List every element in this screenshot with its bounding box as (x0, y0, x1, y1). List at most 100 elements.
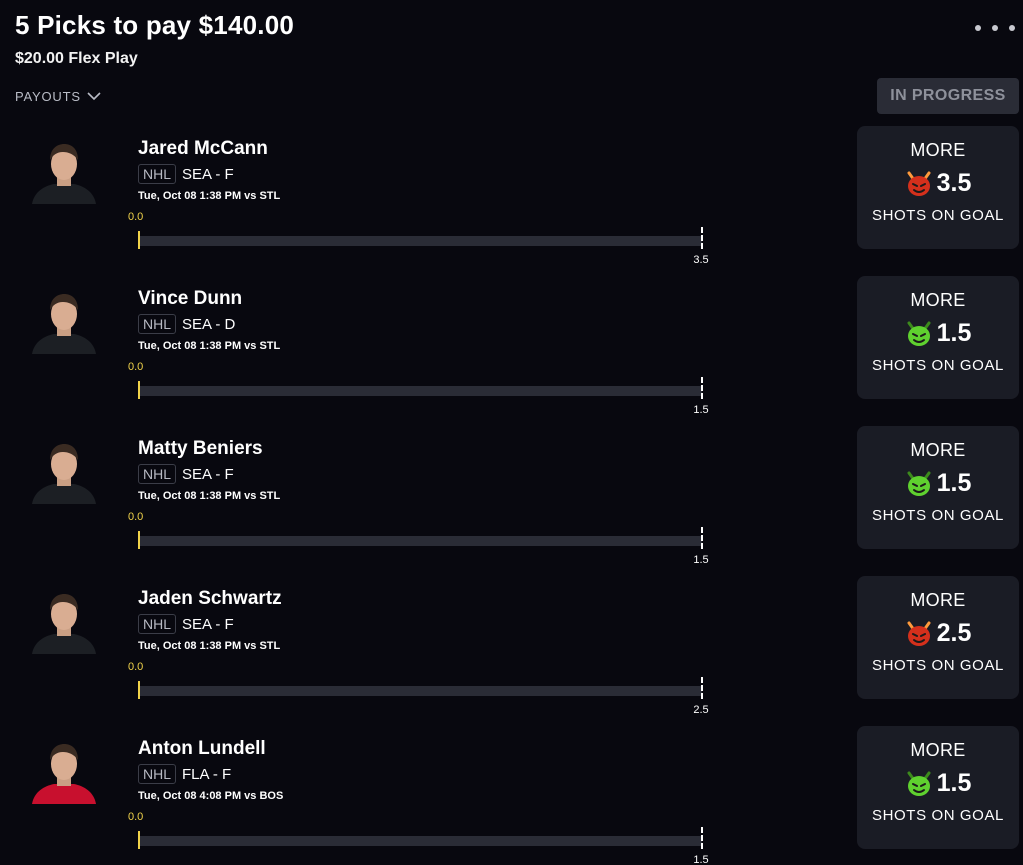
line-target-value: 1.5 (693, 554, 709, 566)
player-avatar (30, 440, 98, 504)
pick-direction: MORE (910, 740, 966, 760)
game-time: Tue, Oct 08 4:08 PM vs BOS (138, 790, 284, 802)
progress-track (139, 386, 702, 396)
projection-card[interactable]: MORE 1.5 SHOTS ON GOAL (857, 276, 1019, 399)
player-meta: NHL SEA - F (138, 164, 234, 184)
game-time: Tue, Oct 08 1:38 PM vs STL (138, 490, 281, 502)
line-target-marker (701, 677, 703, 699)
green-goblin-icon (905, 321, 933, 347)
entry-page: 5 Picks to pay $140.00 $20.00 Flex Play … (0, 0, 1023, 865)
line-target-marker (701, 527, 703, 549)
player-name: Vince Dunn (138, 288, 243, 309)
pick-row: Anton Lundell NHL FLA - F Tue, Oct 08 4:… (0, 726, 1023, 865)
team-position: FLA - F (182, 765, 232, 783)
projection-value: 3.5 (936, 169, 972, 197)
player-avatar (30, 140, 98, 204)
pick-row: Jared McCann NHL SEA - F Tue, Oct 08 1:3… (0, 126, 1023, 288)
red-demon-icon (905, 621, 933, 647)
league-badge: NHL (138, 314, 177, 334)
player-name: Anton Lundell (138, 738, 266, 759)
pick-direction: MORE (910, 590, 966, 610)
progress-start-marker (138, 231, 140, 249)
green-goblin-icon (905, 771, 933, 797)
pick-row: Matty Beniers NHL SEA - F Tue, Oct 08 1:… (0, 426, 1023, 588)
line-target-value: 1.5 (693, 404, 709, 416)
projection-card[interactable]: MORE 3.5 SHOTS ON GOAL (857, 126, 1019, 249)
line-target-marker (701, 377, 703, 399)
progress-start-marker (138, 381, 140, 399)
line-target-value: 2.5 (693, 704, 709, 716)
league-badge: NHL (138, 164, 177, 184)
stat-type: SHOTS ON GOAL (872, 507, 1004, 524)
payouts-label: PAYOUTS (15, 89, 81, 104)
current-value: 0.0 (128, 511, 144, 523)
green-goblin-icon (905, 471, 933, 497)
team-position: SEA - F (182, 465, 234, 483)
game-time: Tue, Oct 08 1:38 PM vs STL (138, 340, 281, 352)
player-meta: NHL SEA - D (138, 314, 235, 334)
current-value: 0.0 (128, 661, 144, 673)
pick-direction: MORE (910, 440, 966, 460)
player-meta: NHL SEA - F (138, 614, 234, 634)
game-time: Tue, Oct 08 1:38 PM vs STL (138, 640, 281, 652)
dot-icon (1009, 25, 1015, 31)
player-avatar (30, 590, 98, 654)
chevron-down-icon (87, 92, 101, 101)
pick-direction: MORE (910, 290, 966, 310)
progress-start-marker (138, 681, 140, 699)
player-avatar (30, 740, 98, 804)
stat-type: SHOTS ON GOAL (872, 657, 1004, 674)
team-position: SEA - D (182, 315, 236, 333)
league-badge: NHL (138, 614, 177, 634)
projection-value: 1.5 (936, 319, 972, 347)
projection-line: 2.5 (905, 619, 972, 648)
pick-direction: MORE (910, 140, 966, 160)
current-value: 0.0 (128, 211, 144, 223)
entry-title: 5 Picks to pay $140.00 (15, 10, 295, 40)
current-value: 0.0 (128, 361, 144, 373)
progress-start-marker (138, 531, 140, 549)
payouts-toggle[interactable]: PAYOUTS (15, 89, 101, 104)
pick-row: Jaden Schwartz NHL SEA - F Tue, Oct 08 1… (0, 576, 1023, 738)
game-time: Tue, Oct 08 1:38 PM vs STL (138, 190, 281, 202)
projection-line: 1.5 (905, 769, 972, 798)
player-name: Jared McCann (138, 138, 268, 159)
league-badge: NHL (138, 764, 177, 784)
team-position: SEA - F (182, 165, 234, 183)
projection-line: 3.5 (905, 169, 972, 198)
player-meta: NHL FLA - F (138, 764, 231, 784)
line-target-value: 3.5 (693, 254, 709, 266)
entry-subtitle: $20.00 Flex Play (15, 50, 138, 67)
team-position: SEA - F (182, 615, 234, 633)
line-target-value: 1.5 (693, 854, 709, 865)
dot-icon (992, 25, 998, 31)
status-badge: IN PROGRESS (877, 78, 1019, 114)
progress-track (139, 836, 702, 846)
projection-value: 2.5 (936, 619, 972, 647)
current-value: 0.0 (128, 811, 144, 823)
projection-line: 1.5 (905, 319, 972, 348)
pick-row: Vince Dunn NHL SEA - D Tue, Oct 08 1:38 … (0, 276, 1023, 438)
player-name: Jaden Schwartz (138, 588, 282, 609)
stat-type: SHOTS ON GOAL (872, 207, 1004, 224)
red-demon-icon (905, 171, 933, 197)
player-avatar (30, 290, 98, 354)
projection-value: 1.5 (936, 469, 972, 497)
progress-start-marker (138, 831, 140, 849)
projection-value: 1.5 (936, 769, 972, 797)
player-meta: NHL SEA - F (138, 464, 234, 484)
projection-line: 1.5 (905, 469, 972, 498)
projection-card[interactable]: MORE 2.5 SHOTS ON GOAL (857, 576, 1019, 699)
league-badge: NHL (138, 464, 177, 484)
player-name: Matty Beniers (138, 438, 263, 459)
projection-card[interactable]: MORE 1.5 SHOTS ON GOAL (857, 726, 1019, 849)
more-options-button[interactable] (975, 18, 1015, 38)
stat-type: SHOTS ON GOAL (872, 357, 1004, 374)
progress-track (139, 536, 702, 546)
line-target-marker (701, 827, 703, 849)
progress-track (139, 236, 702, 246)
stat-type: SHOTS ON GOAL (872, 807, 1004, 824)
dot-icon (975, 25, 981, 31)
projection-card[interactable]: MORE 1.5 SHOTS ON GOAL (857, 426, 1019, 549)
line-target-marker (701, 227, 703, 249)
